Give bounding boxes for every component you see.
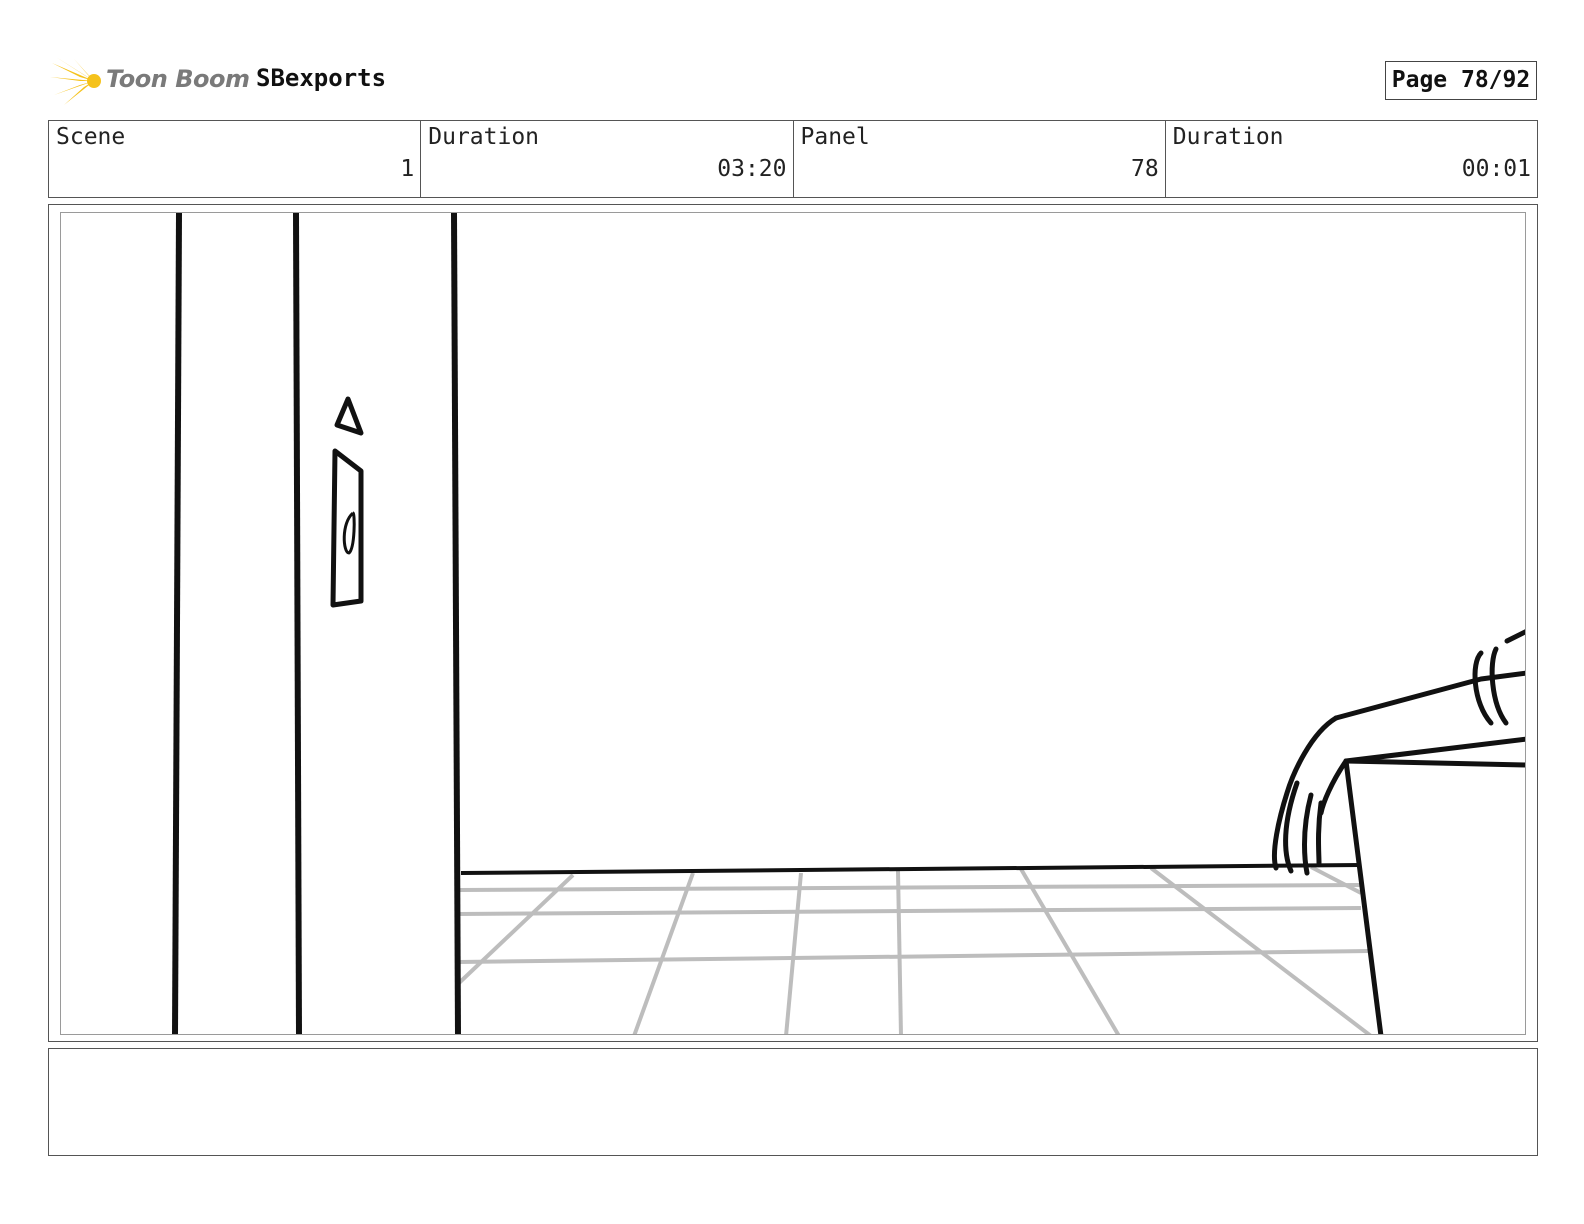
door-frame: [172, 213, 461, 1034]
panel-value: 78: [1131, 156, 1159, 182]
floor-tiles: [457, 865, 1372, 1034]
panel-label: Panel: [800, 124, 870, 150]
brand-name: Toon Boom: [106, 65, 250, 93]
scene-label: Scene: [56, 124, 126, 150]
panel-cell: Panel 78: [794, 121, 1166, 197]
info-table: Scene 1 Duration 03:20 Panel 78 Duration…: [48, 120, 1538, 198]
wall-floor-line: [460, 863, 1362, 875]
scene-duration-value: 03:20: [717, 156, 787, 182]
page-indicator: Page 78/92: [1385, 61, 1537, 100]
scene-cell: Scene 1: [49, 121, 422, 197]
notes-box: [48, 1048, 1538, 1156]
sketch-canvas: [172, 213, 1525, 1034]
elevator-buttons: [330, 396, 364, 608]
panel-duration-label: Duration: [1172, 124, 1284, 150]
toon-boom-logo: Toon Boom: [50, 55, 250, 107]
scene-duration-label: Duration: [428, 124, 540, 150]
desk-and-arm: [1271, 629, 1525, 1034]
starburst-icon: [50, 57, 101, 105]
scene-duration-cell: Duration 03:20: [421, 121, 794, 197]
scene-value: 1: [400, 156, 415, 182]
project-title: SBexports: [256, 64, 387, 92]
panel-duration-cell: Duration 00:01: [1166, 121, 1537, 197]
panel-duration-value: 00:01: [1461, 156, 1531, 182]
storyboard-drawing: [60, 212, 1526, 1035]
